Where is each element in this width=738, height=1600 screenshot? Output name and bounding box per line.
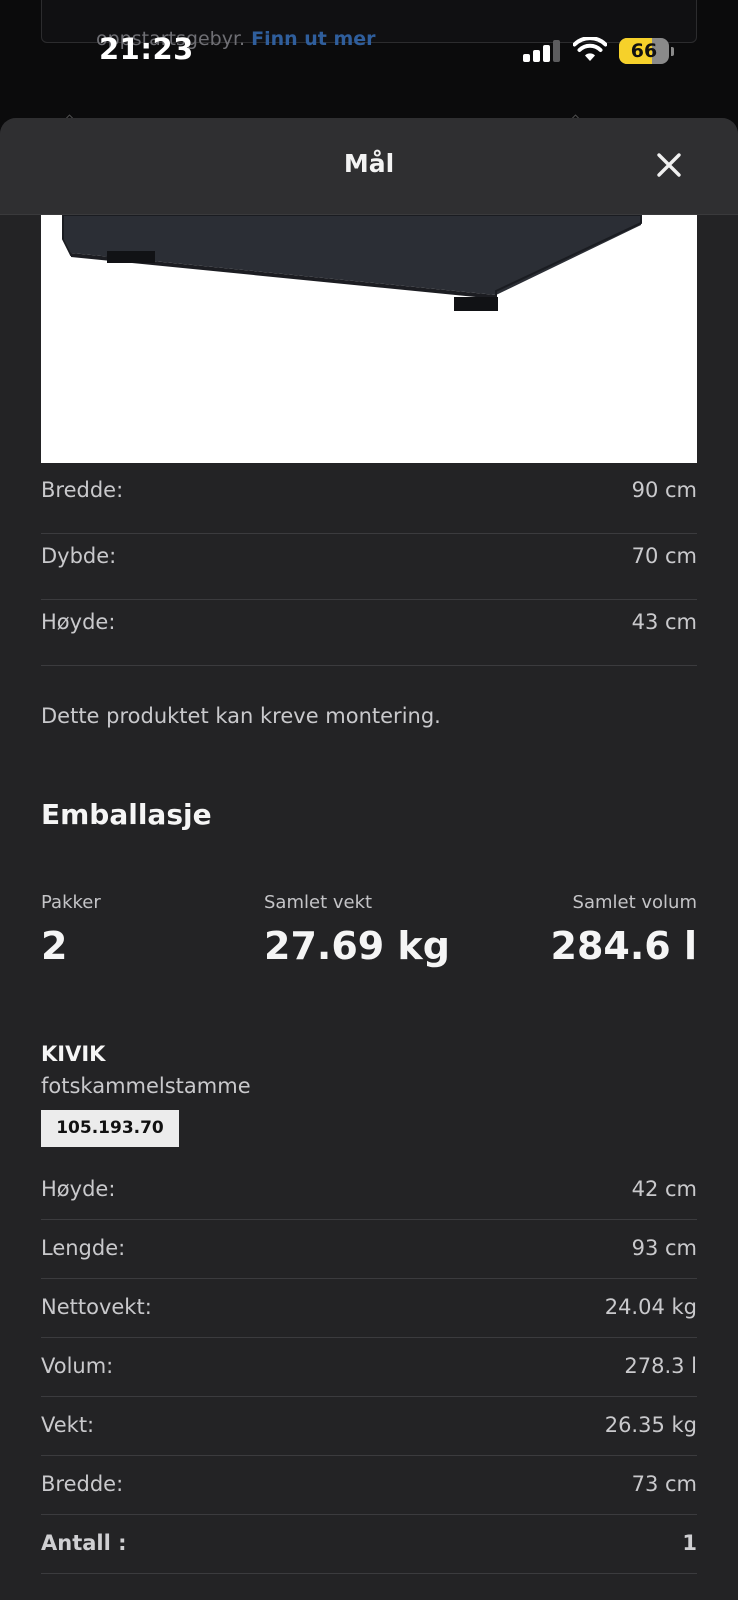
package-detail-row: Lengde: 93 cm [41,1220,697,1279]
package-detail-value: 278.3 l [624,1354,697,1378]
dimension-label: Dybde: [41,544,117,568]
sheet-header: Mål [0,118,738,215]
total-volume-label: Samlet volum [572,892,697,913]
dimension-value: 90 cm [631,478,697,502]
article-number-badge: 105.193.70 [41,1110,179,1147]
wifi-icon [573,37,607,61]
assembly-note: Dette produktet kan kreve montering. [41,704,441,728]
total-weight-value: 27.69 kg [264,924,450,968]
dimensions-sheet: Mål Bredde: 90 cm Dybde: 70 cm Høyde: 43… [0,118,738,1600]
package-detail-label: Høyde: [41,1177,116,1201]
package-detail-row: Nettovekt: 24.04 kg [41,1279,697,1338]
battery-level-text: 66 [630,40,658,62]
dimension-row: Dybde: 70 cm [41,534,697,600]
package-quantity-label: Antall : [41,1531,127,1555]
total-weight-label: Samlet vekt [264,892,373,913]
dimension-row: Høyde: 43 cm [41,600,697,666]
battery-indicator: 66 [619,38,674,64]
package-details-list: Høyde: 42 cm Lengde: 93 cm Nettovekt: 24… [41,1147,697,1574]
package-quantity-row: Antall : 1 [41,1515,697,1574]
product-image [41,215,697,463]
package-detail-row: Bredde: 73 cm [41,1456,697,1515]
package-product-description: fotskammelstamme [41,1074,251,1098]
package-detail-row: Høyde: 42 cm [41,1147,697,1220]
package-detail-label: Lengde: [41,1236,126,1260]
package-detail-value: 24.04 kg [604,1295,697,1319]
dimension-value: 70 cm [631,544,697,568]
packages-label: Pakker [41,892,101,913]
package-detail-label: Volum: [41,1354,114,1378]
sheet-title: Mål [343,149,395,178]
ottoman-illustration [62,215,642,311]
background-banner-link[interactable]: Finn ut mer [251,28,375,50]
status-time: 21:23 [99,32,194,66]
packaging-title: Emballasje [41,798,212,831]
dimension-value: 43 cm [631,610,697,634]
close-icon[interactable] [652,148,686,182]
package-detail-row: Volum: 278.3 l [41,1338,697,1397]
packages-value: 2 [41,924,68,968]
package-product-name: KIVIK [41,1042,106,1066]
total-volume-value: 284.6 l [550,924,697,968]
package-detail-value: 93 cm [631,1236,697,1260]
package-detail-value: 42 cm [631,1177,697,1201]
package-detail-label: Vekt: [41,1413,95,1437]
package-detail-label: Nettovekt: [41,1295,152,1319]
dimension-row: Bredde: 90 cm [41,463,697,534]
package-detail-value: 73 cm [631,1472,697,1496]
dimension-label: Høyde: [41,610,116,634]
package-detail-label: Bredde: [41,1472,124,1496]
package-detail-value: 26.35 kg [604,1413,697,1437]
cellular-signal-icon [523,40,561,62]
dimension-label: Bredde: [41,478,124,502]
dimensions-list: Bredde: 90 cm Dybde: 70 cm Høyde: 43 cm [41,463,697,666]
package-detail-row: Vekt: 26.35 kg [41,1397,697,1456]
package-quantity-value: 1 [682,1531,697,1555]
